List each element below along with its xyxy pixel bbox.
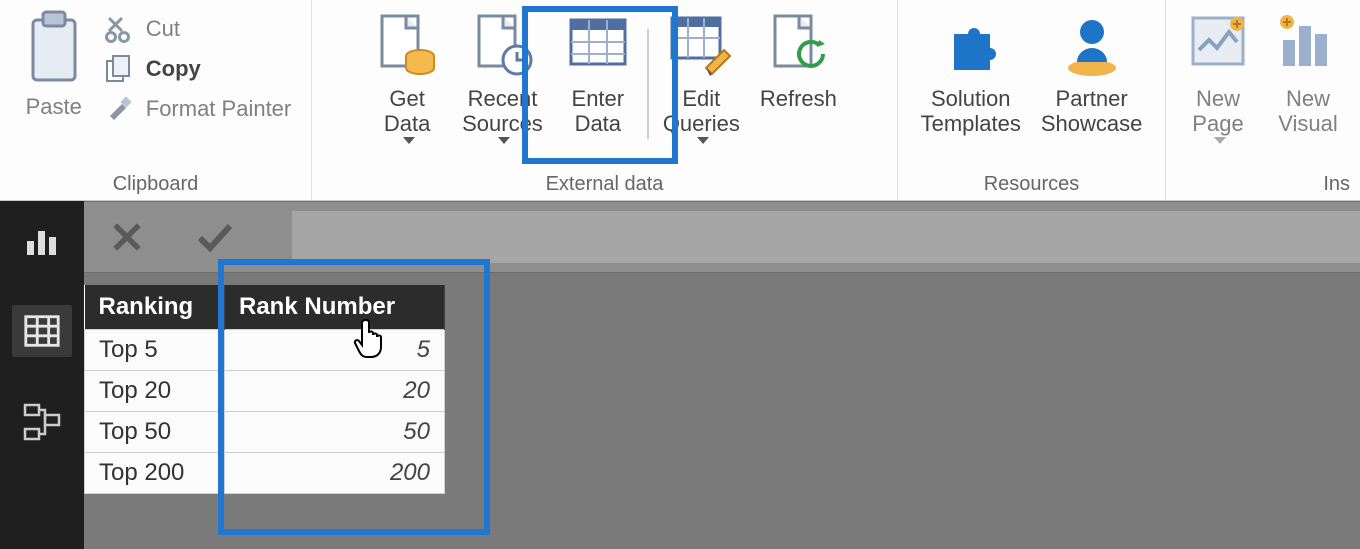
cell-rank-number[interactable]: 20 [225, 371, 445, 412]
enter-data-button[interactable]: Enter Data [553, 4, 643, 137]
column-header-ranking[interactable]: Ranking [85, 285, 225, 330]
recent-sources-icon [467, 10, 537, 80]
group-label-clipboard: Clipboard [113, 169, 199, 198]
nav-model-icon[interactable] [21, 401, 63, 443]
cell-ranking[interactable]: Top 200 [85, 453, 225, 494]
chevron-down-icon [697, 137, 709, 144]
cell-ranking[interactable]: Top 5 [85, 330, 225, 371]
cell-rank-number[interactable]: 200 [225, 453, 445, 494]
nav-report-icon[interactable] [21, 219, 63, 261]
commit-formula-button[interactable] [194, 216, 236, 258]
table-row[interactable]: Top 20 20 [85, 371, 445, 412]
enter-data-icon [563, 10, 633, 80]
get-data-icon [372, 10, 442, 80]
edit-queries-icon [666, 10, 736, 80]
nav-data-icon[interactable] [12, 305, 72, 357]
cell-ranking[interactable]: Top 50 [85, 412, 225, 453]
data-table: Ranking Rank Number Top 5 5 Top 20 20 To… [84, 285, 445, 494]
content-area: Ranking Rank Number Top 5 5 Top 20 20 To… [84, 201, 1360, 549]
edit-queries-label: Edit Queries [663, 86, 740, 137]
copy-label: Copy [146, 56, 201, 82]
cell-rank-number[interactable]: 5 [225, 330, 445, 371]
group-label-insert: Ins [1323, 169, 1352, 198]
new-visual-icon [1273, 10, 1343, 80]
chevron-down-icon [1214, 137, 1226, 144]
new-visual-button[interactable]: New Visual [1263, 4, 1353, 137]
recent-sources-label: Recent Sources [462, 86, 543, 137]
ribbon: Paste Cut Copy [0, 0, 1360, 201]
cell-rank-number[interactable]: 50 [225, 412, 445, 453]
group-clipboard: Paste Cut Copy [0, 0, 312, 200]
paste-button[interactable]: Paste [10, 4, 98, 119]
group-resources: Solution Templates Partner Showcase Reso… [898, 0, 1166, 200]
recent-sources-button[interactable]: Recent Sources [452, 4, 553, 144]
paste-label: Paste [26, 94, 82, 119]
copy-button[interactable]: Copy [104, 54, 292, 84]
refresh-button[interactable]: Refresh [750, 4, 847, 111]
cell-ranking[interactable]: Top 20 [85, 371, 225, 412]
format-painter-icon [104, 94, 134, 124]
column-header-rank-number[interactable]: Rank Number [225, 285, 445, 330]
get-data-label: Get Data [384, 86, 430, 137]
table-row[interactable]: Top 50 50 [85, 412, 445, 453]
scissors-icon [104, 14, 134, 44]
enter-data-label: Enter Data [572, 86, 625, 137]
refresh-icon [763, 10, 833, 80]
solution-templates-label: Solution Templates [921, 86, 1021, 137]
copy-icon [104, 54, 134, 84]
table-row[interactable]: Top 200 200 [85, 453, 445, 494]
refresh-label: Refresh [760, 86, 837, 111]
formula-input[interactable] [292, 211, 1360, 263]
formula-bar [84, 201, 1360, 273]
cut-label: Cut [146, 16, 180, 42]
new-page-icon [1183, 10, 1253, 80]
clipboard-icon [25, 10, 83, 88]
get-data-button[interactable]: Get Data [362, 4, 452, 144]
solution-templates-button[interactable]: Solution Templates [911, 4, 1031, 137]
edit-queries-button[interactable]: Edit Queries [653, 4, 750, 144]
chevron-down-icon [403, 137, 415, 144]
cut-button[interactable]: Cut [104, 14, 292, 44]
group-label-external-data: External data [546, 169, 664, 198]
new-page-button[interactable]: New Page [1173, 4, 1263, 144]
left-nav [0, 201, 84, 549]
partner-showcase-label: Partner Showcase [1041, 86, 1143, 137]
new-visual-label: New Visual [1278, 86, 1338, 137]
format-painter-button[interactable]: Format Painter [104, 94, 292, 124]
person-icon [1057, 10, 1127, 80]
group-external-data: Get Data Recent Sources [312, 0, 898, 200]
new-page-label: New Page [1192, 86, 1243, 137]
puzzle-icon [936, 10, 1006, 80]
group-insert: New Page New Visual Ins [1166, 0, 1360, 200]
format-painter-label: Format Painter [146, 96, 292, 122]
cancel-formula-button[interactable] [106, 216, 148, 258]
table-header-row: Ranking Rank Number [85, 285, 445, 330]
separator [647, 29, 649, 139]
chevron-down-icon [498, 137, 510, 144]
table-row[interactable]: Top 5 5 [85, 330, 445, 371]
partner-showcase-button[interactable]: Partner Showcase [1031, 4, 1153, 137]
group-label-resources: Resources [984, 169, 1080, 198]
